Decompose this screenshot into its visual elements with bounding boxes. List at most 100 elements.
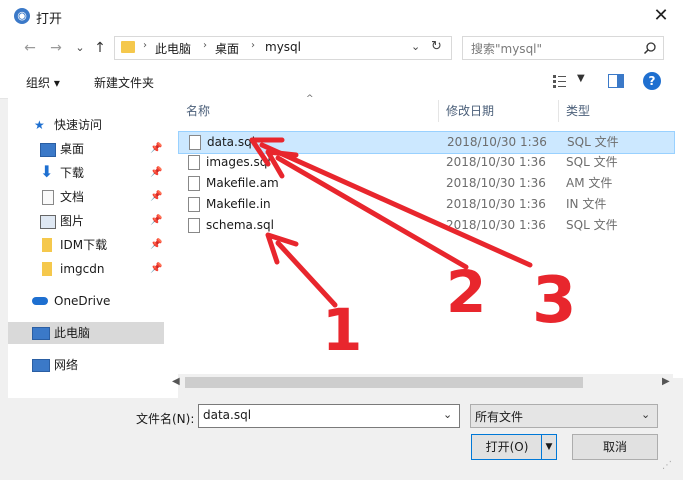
sidebar-item-label: 桌面 <box>60 142 85 156</box>
sidebar-item-quick-access[interactable]: ★ 快速访问 <box>28 114 184 136</box>
preview-pane-icon[interactable] <box>608 74 624 88</box>
close-button[interactable]: ✕ <box>646 2 676 30</box>
file-icon <box>188 155 200 170</box>
file-list: ^ 名称 修改日期 类型 data.sql 2018/10/30 1:36 SQ… <box>178 94 683 378</box>
network-icon <box>32 359 50 372</box>
file-row-schema-sql[interactable]: schema.sql 2018/10/30 1:36 SQL 文件 <box>178 215 673 236</box>
back-button[interactable]: ← <box>20 38 40 58</box>
folder-icon <box>42 238 52 252</box>
filter-value: 所有文件 <box>475 410 524 424</box>
file-icon <box>189 135 201 150</box>
sidebar-item-label: 图片 <box>60 214 85 228</box>
cancel-button[interactable]: 取消 <box>572 434 658 460</box>
sidebar-item-idm[interactable]: IDM下载 📌 <box>38 234 194 256</box>
scrollbar-thumb[interactable] <box>185 377 583 388</box>
sidebar-item-downloads[interactable]: ⬇ 下载 📌 <box>38 162 194 184</box>
sidebar-item-imgcdn[interactable]: imgcdn 📌 <box>38 258 194 280</box>
file-icon <box>188 176 200 191</box>
column-header-type[interactable]: 类型 <box>566 98 590 124</box>
sidebar-item-this-pc[interactable]: 此电脑 <box>8 322 164 344</box>
search-input[interactable]: 搜索"mysql" <box>471 40 542 57</box>
pin-icon[interactable]: 📌 <box>150 234 162 256</box>
folder-icon <box>42 262 52 276</box>
star-icon: ★ <box>34 118 45 132</box>
file-row-makefile-in[interactable]: Makefile.in 2018/10/30 1:36 IN 文件 <box>178 194 673 215</box>
filename-value: data.sql <box>203 408 252 422</box>
organize-button[interactable]: 组织 ▾ <box>26 74 60 91</box>
app-icon: ◉ <box>14 8 30 24</box>
file-row-makefile-am[interactable]: Makefile.am 2018/10/30 1:36 AM 文件 <box>178 173 673 194</box>
sidebar-item-label: 网络 <box>54 358 79 372</box>
breadcrumb-separator: › <box>251 40 255 51</box>
download-arrow-icon: ⬇ <box>40 162 54 181</box>
filename-label: 文件名(N): <box>136 412 195 426</box>
forward-button[interactable]: → <box>46 38 66 58</box>
column-divider[interactable] <box>438 100 439 122</box>
breadcrumb-desktop[interactable]: 桌面 <box>215 40 239 57</box>
file-type-filter[interactable]: 所有文件 ⌄ <box>470 404 658 428</box>
document-icon <box>42 190 54 205</box>
file-name: schema.sql <box>206 218 274 232</box>
sidebar-item-label: 下载 <box>60 166 85 180</box>
column-header-name[interactable]: 名称 <box>186 98 210 124</box>
view-dropdown-icon[interactable]: ▼ <box>577 73 585 84</box>
file-date: 2018/10/30 1:36 <box>446 218 546 232</box>
file-type: SQL 文件 <box>566 155 618 169</box>
file-row-data-sql[interactable]: data.sql 2018/10/30 1:36 SQL 文件 <box>178 131 675 154</box>
sidebar-item-documents[interactable]: 文档 📌 <box>38 186 194 208</box>
breadcrumb-this-pc[interactable]: 此电脑 <box>155 40 191 57</box>
file-type: SQL 文件 <box>566 218 618 232</box>
sidebar-item-network[interactable]: 网络 <box>28 354 184 376</box>
address-bar[interactable]: › 此电脑 › 桌面 › mysql ⌄ ↻ <box>114 36 452 60</box>
breadcrumb-separator: › <box>203 40 207 51</box>
filename-input[interactable]: data.sql ⌄ <box>198 404 460 428</box>
sidebar-item-onedrive[interactable]: OneDrive <box>28 290 184 312</box>
file-date: 2018/10/30 1:36 <box>446 155 546 169</box>
refresh-icon[interactable]: ↻ <box>431 39 442 54</box>
scroll-left-icon[interactable]: ◀ <box>172 376 180 387</box>
file-date: 2018/10/30 1:36 <box>447 135 547 149</box>
open-dropdown-button[interactable]: ▼ <box>541 434 557 460</box>
file-row-images-sql[interactable]: images.sql 2018/10/30 1:36 SQL 文件 <box>178 152 673 173</box>
navigation-pane: ★ 快速访问 桌面 📌 ⬇ 下载 📌 文档 📌 图片 📌 IDM下载 📌 img… <box>8 98 178 398</box>
help-icon[interactable]: ? <box>643 72 661 90</box>
search-icon[interactable] <box>643 41 657 55</box>
computer-icon <box>32 327 50 340</box>
chevron-down-icon[interactable]: ⌄ <box>443 408 452 421</box>
sidebar-item-label: OneDrive <box>54 294 111 308</box>
column-header-date[interactable]: 修改日期 <box>446 98 494 124</box>
scroll-right-icon[interactable]: ▶ <box>662 376 670 387</box>
sidebar-item-desktop[interactable]: 桌面 📌 <box>38 138 194 160</box>
chevron-down-icon[interactable]: ⌄ <box>641 408 650 421</box>
pin-icon[interactable]: 📌 <box>150 258 162 280</box>
file-date: 2018/10/30 1:36 <box>446 197 546 211</box>
pin-icon[interactable]: 📌 <box>150 186 162 208</box>
title-bar <box>0 0 683 32</box>
up-button[interactable]: ↑ <box>90 38 110 58</box>
file-type: IN 文件 <box>566 197 607 211</box>
sidebar-item-pictures[interactable]: 图片 📌 <box>38 210 194 232</box>
file-type: AM 文件 <box>566 176 613 190</box>
breadcrumb-mysql[interactable]: mysql <box>265 40 301 54</box>
open-button[interactable]: 打开(O) <box>471 434 543 460</box>
column-divider[interactable] <box>558 100 559 122</box>
sidebar-item-label: imgcdn <box>60 262 105 276</box>
file-icon <box>188 197 200 212</box>
sort-chevron-icon: ^ <box>306 94 314 104</box>
sidebar-item-label: IDM下载 <box>60 238 108 252</box>
search-box[interactable]: 搜索"mysql" <box>462 36 664 60</box>
view-options-icon[interactable] <box>552 74 570 88</box>
window-title: 打开 <box>36 12 63 27</box>
picture-icon <box>40 215 56 229</box>
new-folder-button[interactable]: 新建文件夹 <box>94 74 154 91</box>
pin-icon[interactable]: 📌 <box>150 138 162 160</box>
pin-icon[interactable]: 📌 <box>150 162 162 184</box>
chevron-down-icon[interactable]: ⌄ <box>411 40 420 53</box>
file-name: images.sql <box>206 155 271 169</box>
file-name: Makefile.in <box>206 197 271 211</box>
sidebar-item-label: 此电脑 <box>54 326 91 340</box>
pin-icon[interactable]: 📌 <box>150 210 162 232</box>
recent-locations-dropdown[interactable]: ⌄ <box>70 38 90 58</box>
file-name: Makefile.am <box>206 176 279 190</box>
resize-grip-icon[interactable]: ⋰ <box>662 460 672 471</box>
